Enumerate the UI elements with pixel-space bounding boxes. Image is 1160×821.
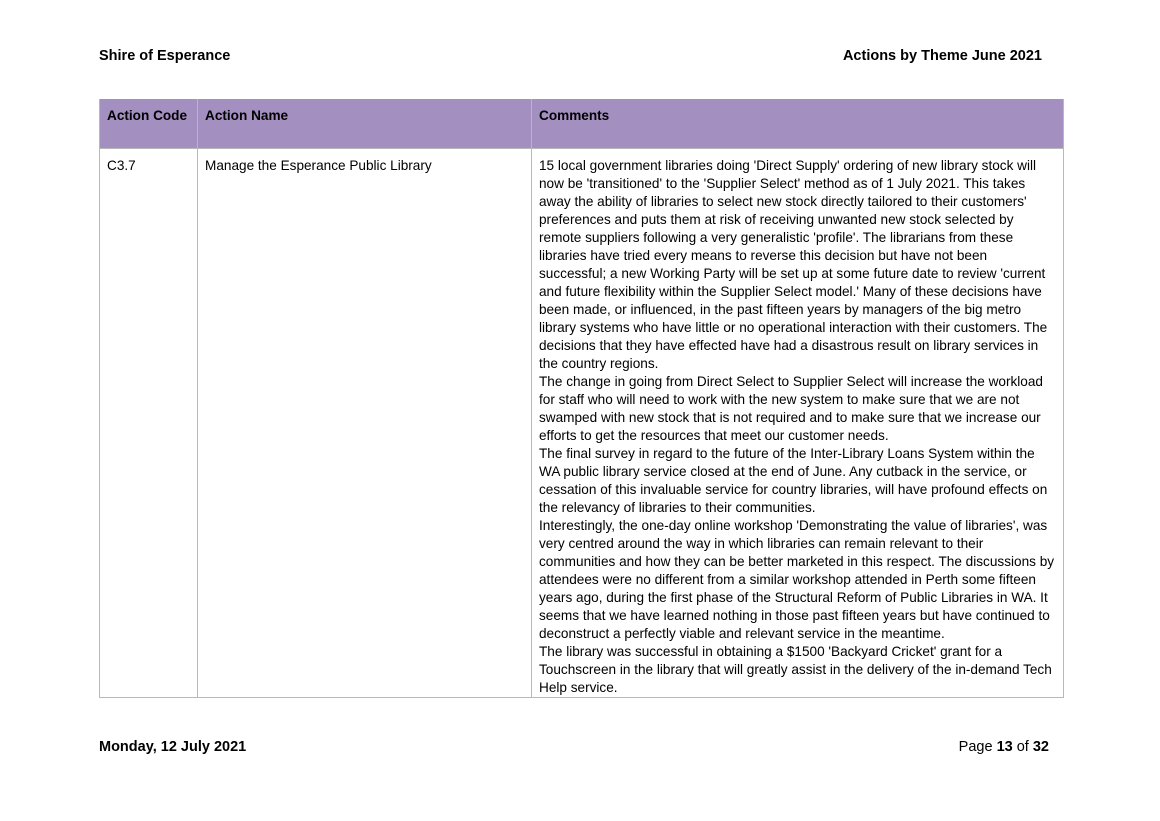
comment-paragraph: The final survey in regard to the future… <box>539 446 1048 515</box>
page-current: 13 <box>996 739 1013 755</box>
action-name-cell: Manage the Esperance Public Library <box>197 148 532 698</box>
comment-paragraph: 15 local government libraries doing 'Dir… <box>539 158 1048 371</box>
comments-cell: 15 local government libraries doing 'Dir… <box>531 148 1064 698</box>
report-date: Monday, 12 July 2021 <box>99 739 247 755</box>
page-number: Page 13 of 32 <box>959 739 1049 755</box>
table-header-row: Action Code Action Name Comments <box>99 99 1064 149</box>
table-row: C3.7 Manage the Esperance Public Library… <box>99 148 1064 698</box>
comment-paragraph: The change in going from Direct Select t… <box>539 374 1043 443</box>
page-of: of <box>1016 739 1029 755</box>
column-header-action-name: Action Name <box>197 99 532 149</box>
report-title: Actions by Theme June 2021 <box>842 48 1042 64</box>
page-total: 32 <box>1032 739 1049 755</box>
column-header-comments: Comments <box>531 99 1064 149</box>
comment-paragraph: Interestingly, the one-day online worksh… <box>539 518 1055 641</box>
organisation-name: Shire of Esperance <box>99 48 231 64</box>
column-header-action-code: Action Code <box>99 99 198 149</box>
action-code-cell: C3.7 <box>99 148 198 698</box>
comment-paragraph: The library was successful in obtaining … <box>539 644 1052 695</box>
actions-table: Action Code Action Name Comments C3.7 Ma… <box>99 99 1064 698</box>
page-prefix: Page <box>958 739 993 755</box>
